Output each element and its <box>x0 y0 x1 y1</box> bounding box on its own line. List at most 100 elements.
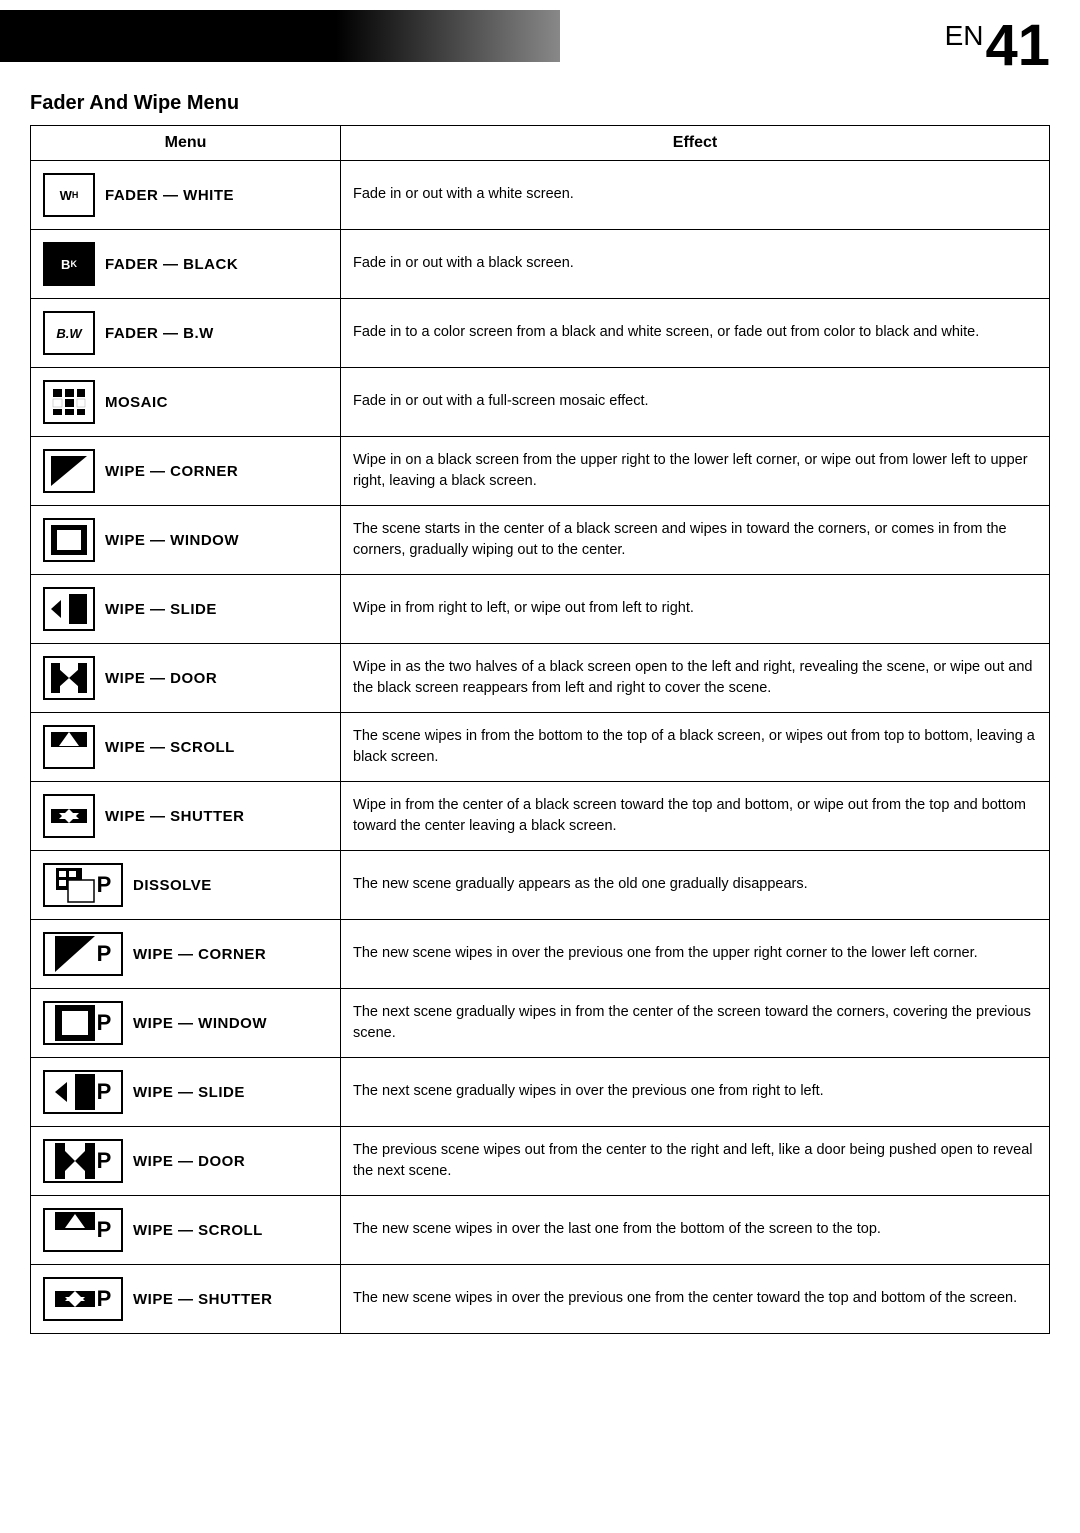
menu-item-12: P WIPE — WINDOW <box>43 997 328 1049</box>
menu-item-16: P WIPE — SHUTTER <box>43 1273 328 1325</box>
menu-cell-10: P DISSOLVE <box>31 851 341 920</box>
table-row: P WIPE — SLIDEThe next scene gradually w… <box>31 1058 1050 1127</box>
menu-cell-8: WIPE — SCROLL <box>31 713 341 782</box>
effect-cell-16: The new scene wipes in over the previous… <box>341 1265 1050 1334</box>
menu-item-14: P WIPE — DOOR <box>43 1135 328 1187</box>
menu-cell-11: P WIPE — CORNER <box>31 920 341 989</box>
menu-label-15: WIPE — SCROLL <box>133 1222 263 1239</box>
table-row: P DISSOLVEThe new scene gradually appear… <box>31 851 1050 920</box>
menu-label-5: WIPE — WINDOW <box>105 532 239 549</box>
table-row: P WIPE — SHUTTERThe new scene wipes in o… <box>31 1265 1050 1334</box>
effect-cell-15: The new scene wipes in over the last one… <box>341 1196 1050 1265</box>
effect-cell-13: The next scene gradually wipes in over t… <box>341 1058 1050 1127</box>
table-row: WIPE — CORNER Wipe in on a black screen f… <box>31 437 1050 506</box>
menu-item-4: WIPE — CORNER <box>43 445 328 497</box>
menu-item-13: P WIPE — SLIDE <box>43 1066 328 1118</box>
wipe-shutter-p-icon: P <box>43 1277 123 1321</box>
effect-cell-5: The scene starts in the center of a blac… <box>341 506 1050 575</box>
table-row: P WIPE — DOORThe previous scene wipes ou… <box>31 1127 1050 1196</box>
page-header: EN41 <box>0 0 1080 80</box>
table-row: B.W FADER — B.W Fade in to a color screen … <box>31 299 1050 368</box>
effect-cell-12: The next scene gradually wipes in from t… <box>341 989 1050 1058</box>
menu-cell-13: P WIPE — SLIDE <box>31 1058 341 1127</box>
wipe-scroll-p-icon: P <box>43 1208 123 1252</box>
menu-cell-16: P WIPE — SHUTTER <box>31 1265 341 1334</box>
effect-cell-4: Wipe in on a black screen from the upper… <box>341 437 1050 506</box>
effect-cell-11: The new scene wipes in over the previous… <box>341 920 1050 989</box>
effect-cell-2: Fade in to a color screen from a black a… <box>341 299 1050 368</box>
wipe-shutter-icon <box>43 794 95 838</box>
menu-label-12: WIPE — WINDOW <box>133 1015 267 1032</box>
menu-cell-12: P WIPE — WINDOW <box>31 989 341 1058</box>
menu-cell-0: WH FADER — WHITE <box>31 161 341 230</box>
menu-cell-14: P WIPE — DOOR <box>31 1127 341 1196</box>
menu-cell-5: WIPE — WINDOW <box>31 506 341 575</box>
wipe-door-icon <box>43 656 95 700</box>
col-header-effect: Effect <box>341 126 1050 161</box>
menu-item-3: MOSAIC <box>43 376 328 428</box>
mosaic-icon <box>43 380 95 424</box>
page-title: Fader And Wipe Menu <box>30 92 1050 115</box>
menu-label-4: WIPE — CORNER <box>105 463 238 480</box>
fader-wipe-table: Menu Effect WH FADER — WHITE Fade in or ou… <box>30 125 1050 1334</box>
menu-cell-9: WIPE — SHUTTER <box>31 782 341 851</box>
menu-label-3: MOSAIC <box>105 394 168 411</box>
menu-label-6: WIPE — SLIDE <box>105 601 217 618</box>
effect-cell-7: Wipe in as the two halves of a black scr… <box>341 644 1050 713</box>
menu-item-7: WIPE — DOOR <box>43 652 328 704</box>
wipe-corner-p-icon: P <box>43 932 123 976</box>
effect-cell-6: Wipe in from right to left, or wipe out … <box>341 575 1050 644</box>
header-bar <box>0 10 560 62</box>
menu-label-8: WIPE — SCROLL <box>105 739 235 756</box>
en-label: EN <box>945 20 984 51</box>
page-number: EN41 <box>945 17 1050 75</box>
fader-white-icon: WH <box>43 173 95 217</box>
table-row: BK FADER — BLACK Fade in or out with a bla… <box>31 230 1050 299</box>
wipe-corner-icon <box>43 449 95 493</box>
menu-cell-4: WIPE — CORNER <box>31 437 341 506</box>
menu-item-9: WIPE — SHUTTER <box>43 790 328 842</box>
menu-label-16: WIPE — SHUTTER <box>133 1291 273 1308</box>
effect-cell-14: The previous scene wipes out from the ce… <box>341 1127 1050 1196</box>
table-row: WH FADER — WHITE Fade in or out with a whi… <box>31 161 1050 230</box>
table-row: P WIPE — SCROLLThe new scene wipes in ov… <box>31 1196 1050 1265</box>
menu-item-8: WIPE — SCROLL <box>43 721 328 773</box>
table-row: WIPE — WINDOW The scene starts in the cen… <box>31 506 1050 575</box>
effect-cell-9: Wipe in from the center of a black scree… <box>341 782 1050 851</box>
dissolve-p-icon: P <box>43 863 123 907</box>
menu-label-2: FADER — B.W <box>105 325 214 342</box>
effect-cell-1: Fade in or out with a black screen. <box>341 230 1050 299</box>
menu-label-1: FADER — BLACK <box>105 256 238 273</box>
effect-cell-0: Fade in or out with a white screen. <box>341 161 1050 230</box>
wipe-slide-icon <box>43 587 95 631</box>
menu-item-15: P WIPE — SCROLL <box>43 1204 328 1256</box>
menu-cell-6: WIPE — SLIDE <box>31 575 341 644</box>
menu-label-13: WIPE — SLIDE <box>133 1084 245 1101</box>
menu-cell-1: BK FADER — BLACK <box>31 230 341 299</box>
effect-cell-8: The scene wipes in from the bottom to th… <box>341 713 1050 782</box>
fader-black-icon: BK <box>43 242 95 286</box>
wipe-door-p-icon: P <box>43 1139 123 1183</box>
table-row: WIPE — SCROLL The scene wipes in from the… <box>31 713 1050 782</box>
menu-item-10: P DISSOLVE <box>43 859 328 911</box>
col-header-menu: Menu <box>31 126 341 161</box>
fader-bw-icon: B.W <box>43 311 95 355</box>
menu-item-1: BK FADER — BLACK <box>43 238 328 290</box>
table-row: P WIPE — WINDOWThe next scene gradually … <box>31 989 1050 1058</box>
table-row: WIPE — SHUTTERWipe in from the center of… <box>31 782 1050 851</box>
menu-item-11: P WIPE — CORNER <box>43 928 328 980</box>
menu-item-0: WH FADER — WHITE <box>43 169 328 221</box>
table-row: P WIPE — CORNERThe new scene wipes in ov… <box>31 920 1050 989</box>
menu-cell-15: P WIPE — SCROLL <box>31 1196 341 1265</box>
wipe-scroll-icon <box>43 725 95 769</box>
menu-item-6: WIPE — SLIDE <box>43 583 328 635</box>
menu-label-11: WIPE — CORNER <box>133 946 266 963</box>
menu-label-0: FADER — WHITE <box>105 187 234 204</box>
wipe-slide-p-icon: P <box>43 1070 123 1114</box>
menu-cell-3: MOSAIC <box>31 368 341 437</box>
table-row: MOSAIC Fade in or out with a full-screen … <box>31 368 1050 437</box>
table-row: WIPE — DOORWipe in as the two halves of … <box>31 644 1050 713</box>
wipe-window-p-icon: P <box>43 1001 123 1045</box>
menu-cell-2: B.W FADER — B.W <box>31 299 341 368</box>
effect-cell-3: Fade in or out with a full-screen mosaic… <box>341 368 1050 437</box>
